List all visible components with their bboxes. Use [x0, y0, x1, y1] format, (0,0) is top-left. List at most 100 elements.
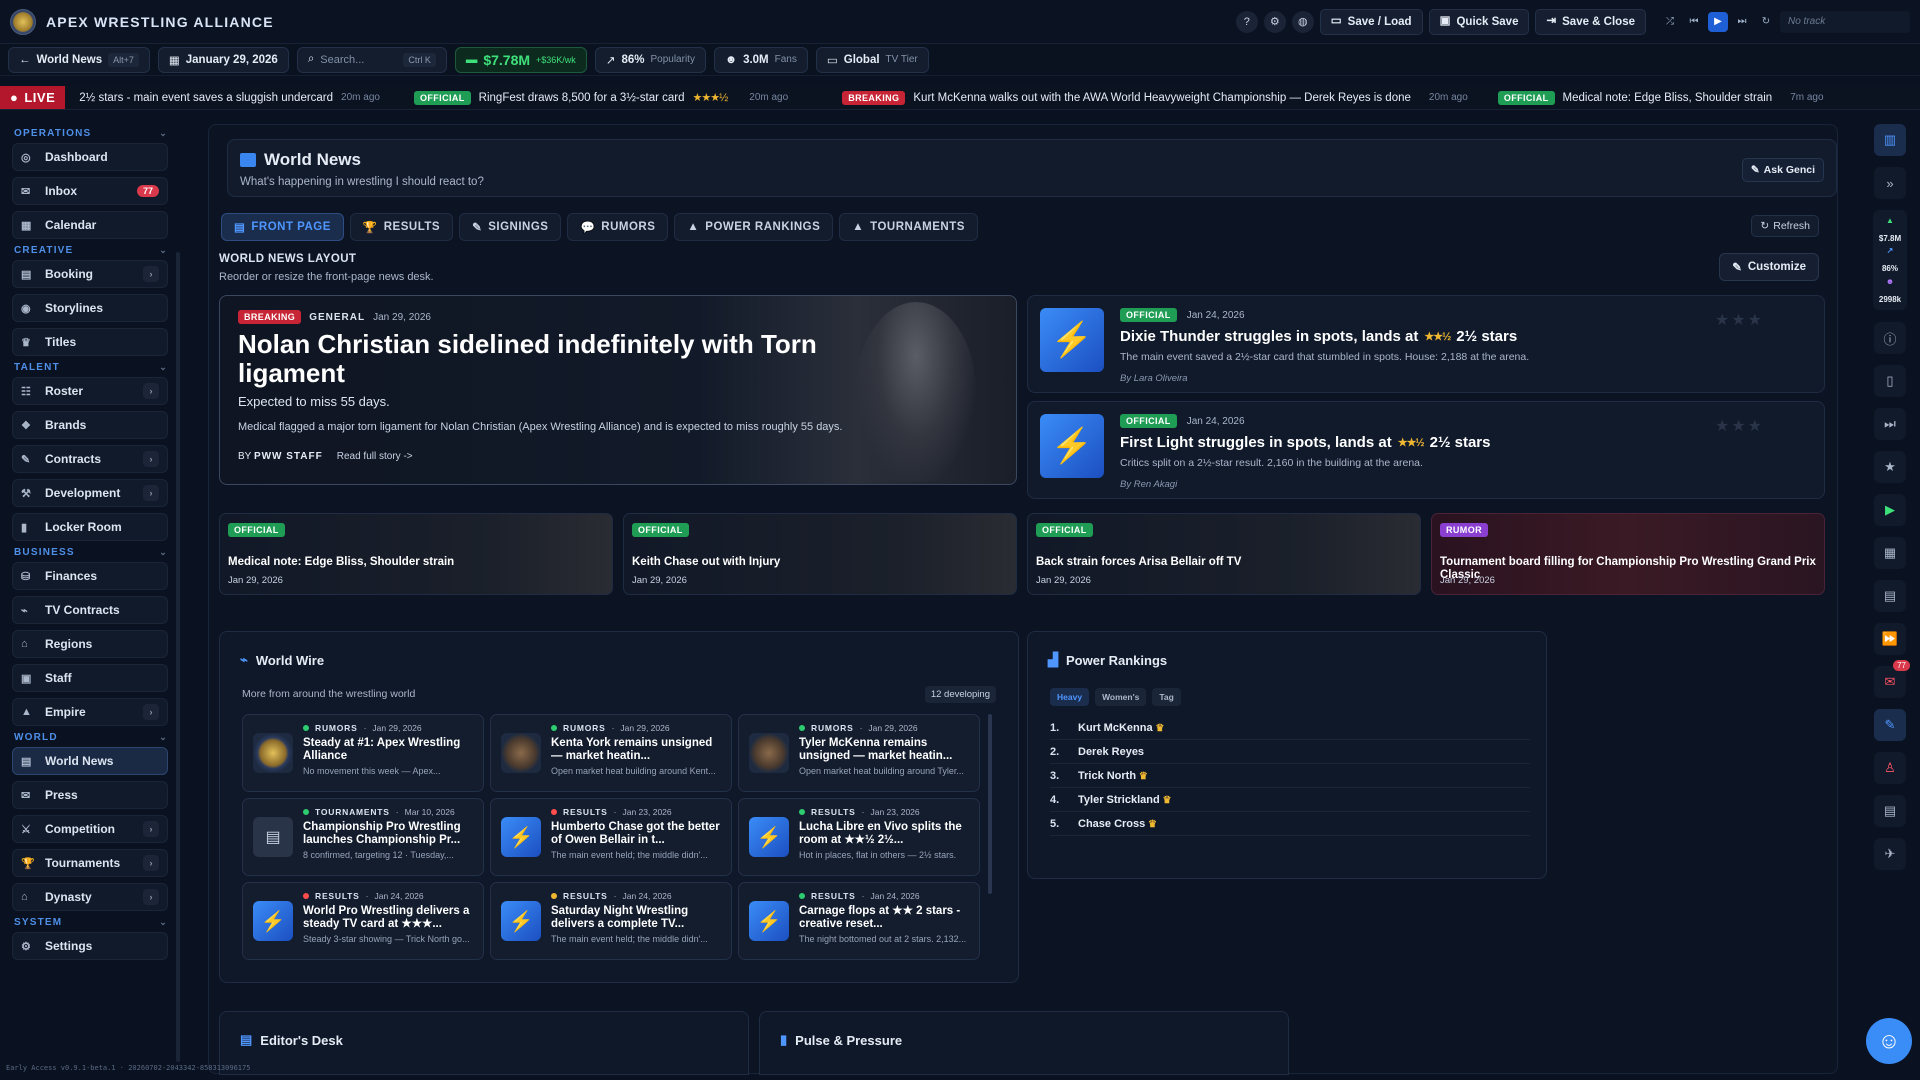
sidebar-item-brands[interactable]: ❖ Brands — [12, 411, 168, 439]
calendar-icon[interactable]: ▦ — [1874, 537, 1906, 569]
chevron-right-icon[interactable]: › — [143, 889, 159, 905]
hero-story[interactable]: BREAKING GENERAL Jan 29, 2026 Nolan Chri… — [219, 295, 1017, 485]
chevron-right-icon[interactable]: › — [143, 855, 159, 871]
chevron-right-icon[interactable]: › — [143, 485, 159, 501]
sidebar-section-business[interactable]: BUSINESS ⌄ — [14, 547, 168, 558]
fast-forward-icon[interactable]: ⏩ — [1874, 623, 1906, 655]
ticker-item[interactable]: 2½ stars - main event saves a sluggish u… — [79, 92, 380, 104]
side-story-card[interactable]: ⚡ OFFICIAL Jan 24, 2026 First Light struggl… — [1027, 401, 1825, 499]
ticker-item[interactable]: OFFICIAL RingFest draws 8,500 for a 3½-st… — [413, 90, 788, 105]
ranking-row[interactable]: 3. Trick North ♛ — [1050, 764, 1530, 788]
sidebar-item-settings[interactable]: ⚙ Settings — [12, 932, 168, 960]
sidebar-item-calendar[interactable]: ▦ Calendar — [12, 211, 168, 239]
sidebar-item-competition[interactable]: ⚔ Competition › — [12, 815, 168, 843]
popularity-display[interactable]: ↗ 86% Popularity — [594, 46, 706, 73]
tab-results[interactable]: 🏆 RESULTS — [349, 213, 454, 241]
save-load-button[interactable]: ▭ Save / Load — [1319, 8, 1423, 35]
wire-item[interactable]: ⚡ RESULTS · Jan 23, 2026 Humberto Chase got … — [490, 798, 732, 876]
sidebar-item-world-news[interactable]: ▤ World News — [12, 747, 168, 775]
tab-signings[interactable]: ✎ SIGNINGS — [459, 213, 562, 241]
compose-icon[interactable]: ✎ — [1874, 709, 1906, 741]
wire-item[interactable]: ⚡ RESULTS · Jan 24, 2026 Carnage flops at ★★… — [738, 882, 980, 960]
wire-item[interactable]: RUMORS · Jan 29, 2026 Tyler McKenna remains… — [738, 714, 980, 792]
news-card[interactable]: OFFICIAL Back strain forces Arisa Bellair… — [1027, 513, 1421, 595]
sidebar-section-creative[interactable]: CREATIVE ⌄ — [14, 245, 168, 256]
sidebar-scrollbar[interactable] — [176, 252, 180, 1062]
collapse-icon[interactable]: » — [1874, 167, 1906, 199]
sidebar-item-inbox[interactable]: ✉ Inbox 77 — [12, 177, 168, 205]
sidebar-item-dynasty[interactable]: ⌂ Dynasty › — [12, 883, 168, 911]
sidebar-item-finances[interactable]: ⛁ Finances — [12, 562, 168, 590]
person-icon[interactable]: ♙ — [1874, 752, 1906, 784]
ticker-item[interactable]: OFFICIAL Medical note: Edge Bliss, Should… — [1497, 90, 1824, 105]
tab-power-rankings[interactable]: ▲ POWER RANKINGS — [674, 213, 834, 241]
rankings-tab-tag[interactable]: Tag — [1152, 688, 1181, 706]
skip-icon[interactable]: ⏭ — [1874, 408, 1906, 440]
star-icon[interactable]: ★ — [1874, 451, 1906, 483]
help-icon[interactable]: ? — [1235, 10, 1258, 33]
chevron-right-icon[interactable]: › — [143, 266, 159, 282]
info-icon[interactable]: ⓘ — [1874, 322, 1906, 354]
layout-toggle-icon[interactable]: ▥ — [1874, 124, 1906, 156]
sidebar-section-system[interactable]: SYSTEM ⌄ — [14, 917, 168, 928]
repeat-icon[interactable]: ↻ — [1756, 12, 1776, 32]
tab-tournaments[interactable]: ▲ TOURNAMENTS — [839, 213, 978, 241]
sidebar-item-empire[interactable]: ▲ Empire › — [12, 698, 168, 726]
date-display[interactable]: ▦ January 29, 2026 — [157, 46, 289, 73]
settings-icon[interactable]: ⚙ — [1263, 10, 1286, 33]
quick-save-button[interactable]: ▣ Quick Save — [1428, 8, 1530, 35]
sidebar-item-regions[interactable]: ⌂ Regions — [12, 630, 168, 658]
money-display[interactable]: ▬ $7.78M +$36K/wk — [454, 46, 587, 73]
globe-icon[interactable]: ◍ — [1291, 10, 1314, 33]
wire-item[interactable]: ▤ TOURNAMENTS · Mar 10, 2026 Championship Pr… — [242, 798, 484, 876]
news-card[interactable]: OFFICIAL Medical note: Edge Bliss, Should… — [219, 513, 613, 595]
sidebar-item-dashboard[interactable]: ◎ Dashboard — [12, 143, 168, 171]
mail-icon[interactable]: ✉ 77 — [1874, 660, 1910, 698]
sidebar-item-booking[interactable]: ▤ Booking › — [12, 260, 168, 288]
rankings-tab-womens[interactable]: Women's — [1095, 688, 1147, 706]
sidebar-item-tv-contracts[interactable]: ⌁ TV Contracts — [12, 596, 168, 624]
ranking-row[interactable]: 2. Derek Reyes — [1050, 740, 1530, 764]
customize-button[interactable]: ✎ Customize — [1719, 253, 1819, 281]
sidebar-item-tournaments[interactable]: 🏆 Tournaments › — [12, 849, 168, 877]
chevron-right-icon[interactable]: › — [143, 704, 159, 720]
side-story-card[interactable]: ⚡ OFFICIAL Jan 24, 2026 Dixie Thunder strug… — [1027, 295, 1825, 393]
sidebar-section-talent[interactable]: TALENT ⌄ — [14, 362, 168, 373]
next-track-icon[interactable]: ⏭ — [1732, 12, 1752, 32]
tv-tier-display[interactable]: ▭ Global TV Tier — [815, 46, 929, 73]
schedule-icon[interactable]: ▤ — [1874, 580, 1906, 612]
sidebar-item-development[interactable]: ⚒ Development › — [12, 479, 168, 507]
chevron-right-icon[interactable]: › — [143, 451, 159, 467]
wire-item[interactable]: ⚡ RESULTS · Jan 23, 2026 Lucha Libre en Vivo… — [738, 798, 980, 876]
chevron-right-icon[interactable]: › — [143, 383, 159, 399]
play-icon[interactable]: ▶ — [1708, 11, 1728, 32]
back-button[interactable]: ← World News Alt+7 — [8, 46, 150, 73]
sidebar-item-locker-room[interactable]: ▮ Locker Room — [12, 513, 168, 541]
search-box[interactable]: ⌕ Search... Ctrl K — [296, 46, 447, 73]
news-card[interactable]: RUMOR Tournament board filling for Champi… — [1431, 513, 1825, 595]
wire-item[interactable]: RUMORS · Jan 29, 2026 Steady at #1: Apex Wr… — [242, 714, 484, 792]
ranking-row[interactable]: 4. Tyler Strickland ♛ — [1050, 788, 1530, 812]
shuffle-icon[interactable]: ⤮ — [1660, 12, 1680, 32]
sidebar-item-contracts[interactable]: ✎ Contracts › — [12, 445, 168, 473]
sidebar-item-storylines[interactable]: ◉ Storylines — [12, 294, 168, 322]
prev-track-icon[interactable]: ⏮ — [1684, 12, 1704, 32]
ranking-row[interactable]: 1. Kurt McKenna ♛ — [1050, 716, 1530, 740]
sidebar-item-titles[interactable]: ♛ Titles — [12, 328, 168, 356]
ranking-row[interactable]: 5. Chase Cross ♛ — [1050, 812, 1530, 836]
sidebar-section-world[interactable]: WORLD ⌄ — [14, 732, 168, 743]
chevron-right-icon[interactable]: › — [143, 821, 159, 837]
ask-genci-button[interactable]: ✎ Ask Genci — [1741, 158, 1824, 182]
ticker-item[interactable]: BREAKING Kurt McKenna walks out with the … — [842, 90, 1468, 105]
fans-display[interactable]: ☻ 3.0M Fans — [713, 46, 808, 73]
rankings-tab-heavy[interactable]: Heavy — [1050, 688, 1090, 706]
news-icon[interactable]: ▤ — [1874, 795, 1906, 827]
wire-item[interactable]: ⚡ RESULTS · Jan 24, 2026 Saturday Night Wres… — [490, 882, 732, 960]
wire-item[interactable]: ⚡ RESULTS · Jan 24, 2026 World Pro Wrestling… — [242, 882, 484, 960]
tab-rumors[interactable]: 💬 RUMORS — [567, 213, 669, 241]
world-wire-scrollbar[interactable] — [988, 714, 992, 894]
play-icon[interactable]: ▶ — [1874, 494, 1906, 526]
plane-icon[interactable]: ✈ — [1874, 838, 1906, 870]
sidebar-item-roster[interactable]: ☷ Roster › — [12, 377, 168, 405]
sidebar-item-staff[interactable]: ▣ Staff — [12, 664, 168, 692]
